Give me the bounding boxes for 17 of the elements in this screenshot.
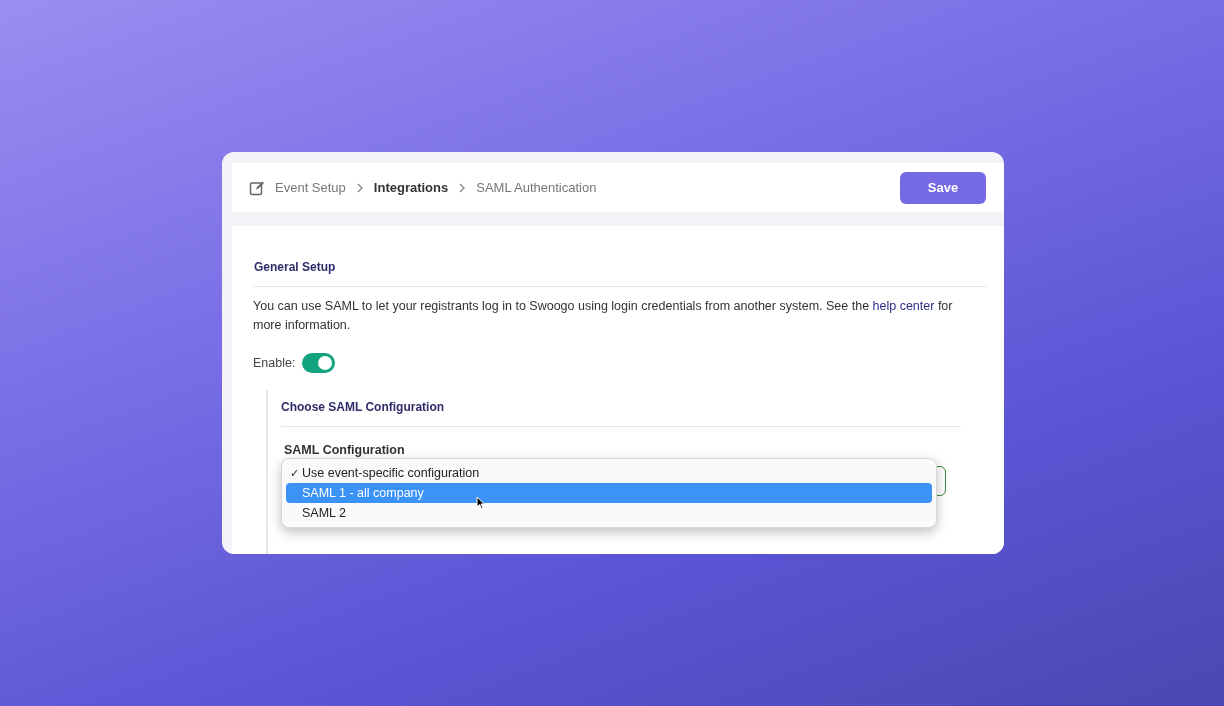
menu-option[interactable]: SAML 2 — [286, 503, 932, 523]
breadcrumb-link[interactable]: Event Setup — [275, 177, 346, 198]
field-label: SAML Configuration — [284, 442, 406, 459]
section-title: General Setup — [253, 258, 986, 287]
section-title: Choose SAML Configuration — [281, 390, 961, 427]
breadcrumb-link[interactable]: SAML Authentication — [476, 177, 597, 198]
help-center-link[interactable]: help center — [872, 299, 935, 313]
cursor-icon — [476, 496, 486, 509]
description-text: You can use SAML to let your registrants log in to Swoogo using login credentials from another system. See the help center for more information. — [253, 298, 954, 334]
breadcrumb-link[interactable]: Integrations — [373, 177, 449, 198]
enable-label: Enable: — [253, 354, 296, 372]
menu-option[interactable]: ✓ Use event-specific configuration — [286, 463, 932, 483]
toggle-switch[interactable] — [302, 353, 336, 373]
chevron-icon — [355, 182, 364, 193]
save-button[interactable]: Save — [900, 171, 986, 204]
chevron-icon — [458, 182, 467, 193]
edit-icon — [249, 179, 265, 196]
